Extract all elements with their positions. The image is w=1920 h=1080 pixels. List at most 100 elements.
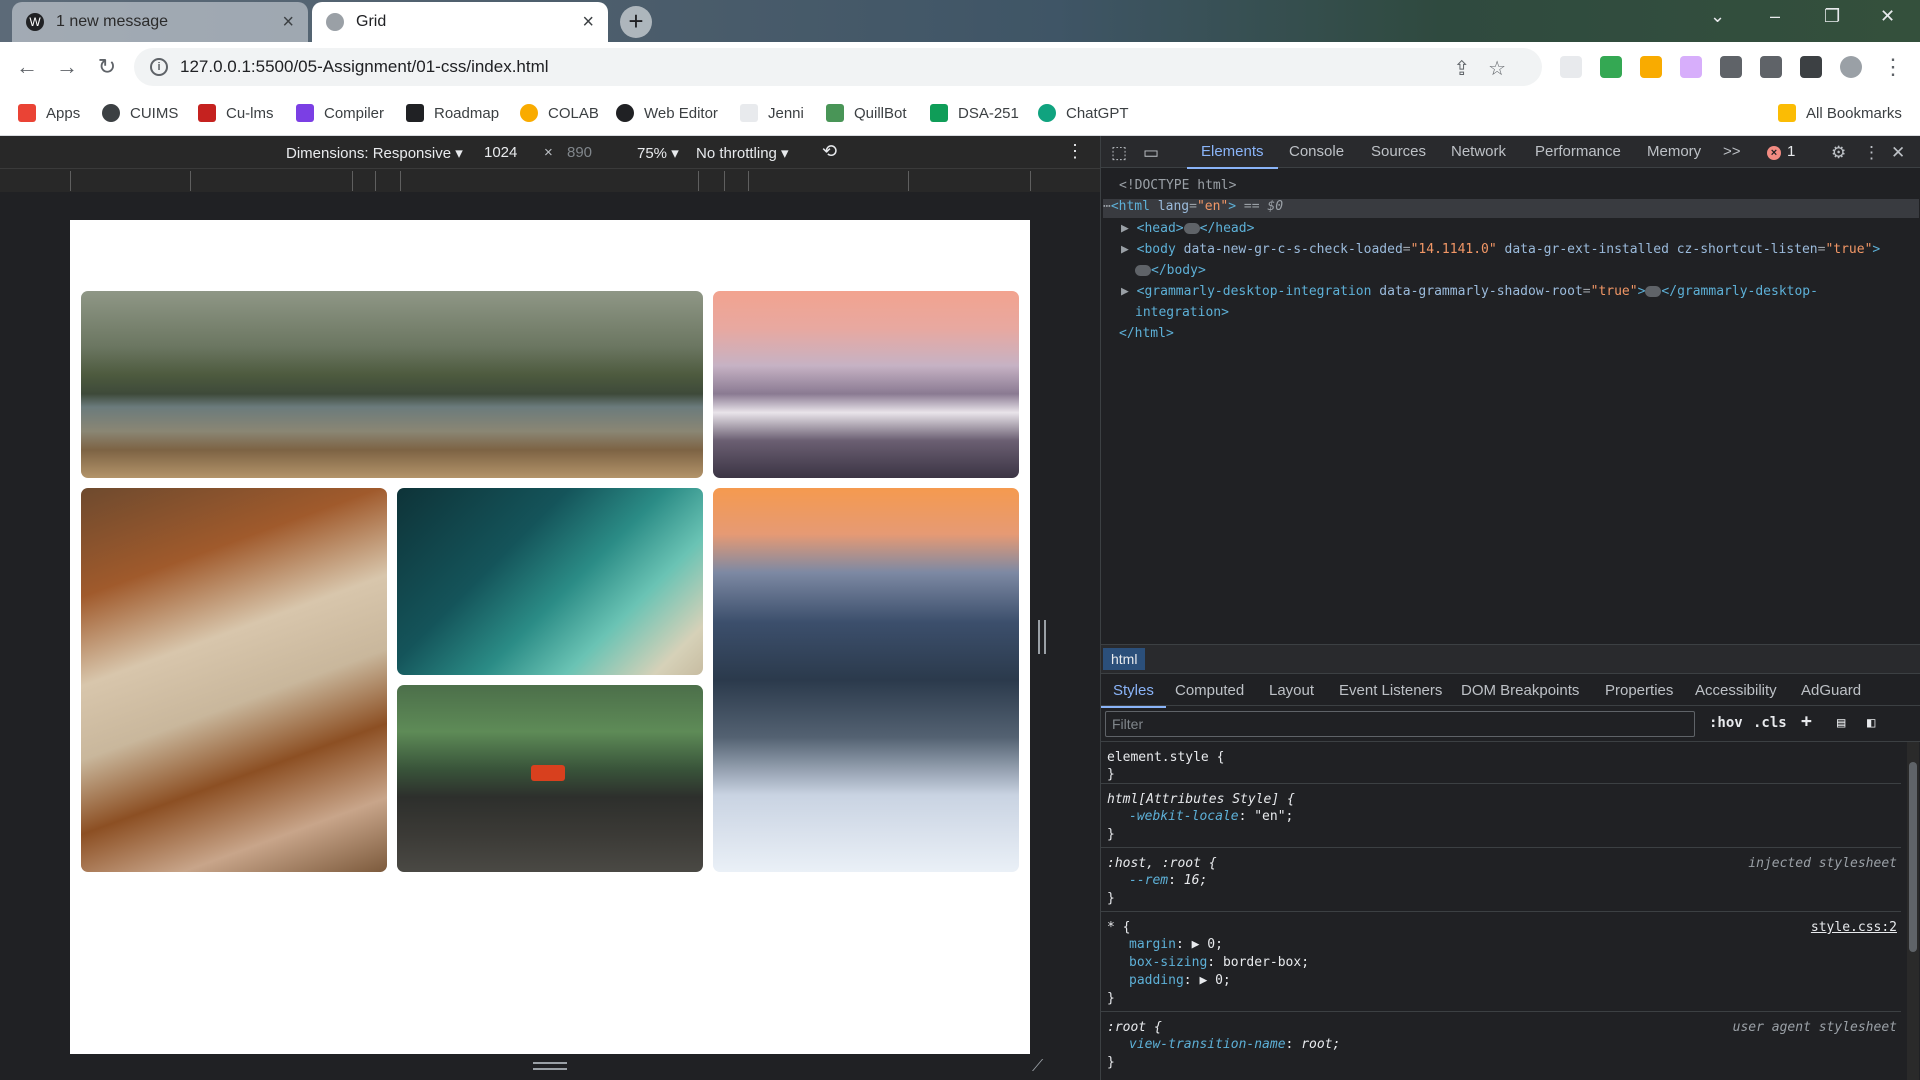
rule-declaration[interactable]: margin: ▶ 0; (1129, 937, 1223, 952)
property-name: padding (1129, 973, 1184, 988)
tab-network[interactable]: Network (1451, 143, 1506, 160)
tab-elements[interactable]: Elements (1187, 143, 1277, 169)
back-icon[interactable]: ← (12, 52, 42, 82)
collapsed-ellipsis-icon[interactable] (1645, 286, 1662, 297)
adguard-icon[interactable] (1600, 56, 1622, 78)
kebab-menu-icon[interactable]: ⋮ (1863, 143, 1880, 163)
share-star-icons[interactable]: ⇪☆ (1453, 56, 1524, 81)
rule-selector[interactable]: element.style { (1107, 750, 1224, 765)
extension-icon[interactable] (1640, 56, 1662, 78)
tab-sources[interactable]: Sources (1371, 143, 1426, 160)
close-icon[interactable]: × (282, 12, 294, 32)
dimensions-select[interactable]: Dimensions: Responsive ▾ (286, 144, 463, 162)
breadcrumb-html[interactable]: html (1103, 648, 1146, 670)
puzzle-icon[interactable] (1720, 56, 1742, 78)
rule-declaration[interactable]: --rem: 16; (1129, 873, 1207, 888)
kebab-menu-icon[interactable]: ⋮ (1878, 52, 1908, 82)
tab-console[interactable]: Console (1289, 143, 1344, 160)
tab-event-listeners[interactable]: Event Listeners (1339, 682, 1442, 699)
sidebar-toggle-icon[interactable]: ◧ (1867, 715, 1875, 731)
styles-pane: element.style { } html[Attributes Style]… (1101, 742, 1901, 1080)
collapsed-ellipsis-icon[interactable] (1135, 265, 1151, 276)
tab-new-message[interactable]: W 1 new message × (12, 2, 308, 42)
width-resize-handle[interactable] (1038, 620, 1046, 654)
bookmark-cuims[interactable]: CUIMS (102, 104, 178, 122)
close-icon[interactable]: ✕ (1891, 143, 1905, 163)
bookmark-roadmap[interactable]: Roadmap (406, 104, 499, 122)
rotate-icon[interactable]: ⟲ (822, 141, 837, 162)
tab-grid[interactable]: Grid × (312, 2, 608, 42)
eyedropper-icon[interactable] (1680, 56, 1702, 78)
side-panel-icon[interactable] (1800, 56, 1822, 78)
doctype-node[interactable]: <!DOCTYPE html> (1119, 178, 1236, 193)
head-node[interactable]: ▶ <head> </head> (1121, 221, 1254, 236)
styles-scrollbar[interactable] (1907, 742, 1919, 1080)
error-badge[interactable]: × 1 (1767, 143, 1795, 160)
gear-icon[interactable]: ⚙ (1831, 143, 1846, 163)
expand-triangle-icon[interactable]: ▶ (1121, 221, 1129, 236)
rule-source-link[interactable]: style.css:2 (1811, 920, 1897, 935)
chevron-down-icon[interactable]: ⌄ (1710, 6, 1725, 27)
collapsed-ellipsis-icon[interactable] (1183, 223, 1200, 234)
new-rule-icon[interactable]: + (1801, 711, 1812, 732)
paint-icon[interactable]: ▤ (1837, 715, 1845, 731)
hov-toggle[interactable]: :hov (1709, 715, 1743, 731)
zoom-select[interactable]: 75% ▾ (637, 144, 679, 162)
kebab-menu-icon[interactable]: ⋮ (1066, 141, 1084, 162)
tab-performance[interactable]: Performance (1535, 143, 1621, 160)
window-close-icon[interactable]: ✕ (1880, 6, 1895, 27)
avatar[interactable] (1840, 56, 1862, 78)
bookmark-apps[interactable]: Apps (18, 104, 80, 122)
minimize-icon[interactable]: – (1770, 6, 1780, 27)
tab-memory[interactable]: Memory (1647, 143, 1701, 160)
reading-list-icon[interactable] (1760, 56, 1782, 78)
breadcrumb: html (1101, 644, 1920, 674)
address-bar[interactable]: i 127.0.0.1:5500/05-Assignment/01-css/in… (134, 48, 1542, 86)
rule-declaration[interactable]: box-sizing: border-box; (1129, 955, 1309, 970)
rule-declaration[interactable]: -webkit-locale: "en"; (1129, 809, 1293, 824)
dom-selected-row[interactable]: ⋯<html lang="en"> == $0 (1103, 199, 1919, 218)
new-tab-button[interactable]: + (620, 6, 652, 38)
bookmark-colab[interactable]: COLAB (520, 104, 599, 122)
more-tabs-icon[interactable]: >> (1723, 143, 1741, 160)
cls-toggle[interactable]: .cls (1753, 715, 1787, 731)
bookmark-jenni[interactable]: Jenni (740, 104, 804, 122)
bookmark-quillbot[interactable]: QuillBot (826, 104, 907, 122)
filter-input[interactable] (1105, 711, 1695, 737)
restore-icon[interactable]: ❐ (1824, 6, 1840, 27)
height-input[interactable]: 890 (567, 144, 592, 161)
tab-styles[interactable]: Styles (1101, 682, 1166, 708)
tab-properties[interactable]: Properties (1605, 682, 1673, 699)
tab-adguard[interactable]: AdGuard (1801, 682, 1861, 699)
throttling-select[interactable]: No throttling ▾ (696, 144, 789, 162)
bookmark-compiler[interactable]: Compiler (296, 104, 384, 122)
corner-resize-handle[interactable]: ⟋ (1032, 1058, 1043, 1076)
bookmark-web-editor[interactable]: Web Editor (616, 104, 718, 122)
cu-lms-icon (198, 104, 216, 122)
rule-declaration[interactable]: padding: ▶ 0; (1129, 973, 1231, 988)
expand-triangle-icon[interactable]: ▶ (1121, 284, 1129, 299)
tab-layout[interactable]: Layout (1269, 682, 1314, 699)
tab-computed[interactable]: Computed (1175, 682, 1244, 699)
extension-bug-icon[interactable] (1560, 56, 1582, 78)
site-info-icon[interactable]: i (150, 58, 168, 76)
tab-dom-breakpoints[interactable]: DOM Breakpoints (1461, 682, 1579, 699)
device-toggle-icon[interactable]: ▭ (1143, 143, 1159, 163)
rule-selector[interactable]: * { (1107, 920, 1130, 935)
scrollbar-thumb[interactable] (1909, 762, 1917, 952)
height-resize-handle[interactable] (533, 1062, 567, 1070)
media-query-ruler[interactable] (0, 168, 1100, 192)
bookmark-all[interactable]: All Bookmarks (1778, 104, 1902, 122)
bookmark-chatgpt[interactable]: ChatGPT (1038, 104, 1129, 122)
bookmark-cu-lms[interactable]: Cu-lms (198, 104, 274, 122)
close-icon[interactable]: × (582, 12, 594, 32)
width-input[interactable]: 1024 (484, 144, 517, 161)
reload-icon[interactable]: ↻ (92, 52, 122, 82)
body-node[interactable]: ▶ <body data-new-gr-c-s-check-loaded="14… (1121, 242, 1880, 257)
tab-accessibility[interactable]: Accessibility (1695, 682, 1777, 699)
grammarly-node[interactable]: ▶ <grammarly-desktop-integration data-gr… (1121, 284, 1818, 299)
forward-icon[interactable]: → (52, 52, 82, 82)
inspect-icon[interactable]: ⬚ (1111, 143, 1127, 163)
expand-triangle-icon[interactable]: ▶ (1121, 242, 1129, 257)
bookmark-dsa-251[interactable]: DSA-251 (930, 104, 1019, 122)
